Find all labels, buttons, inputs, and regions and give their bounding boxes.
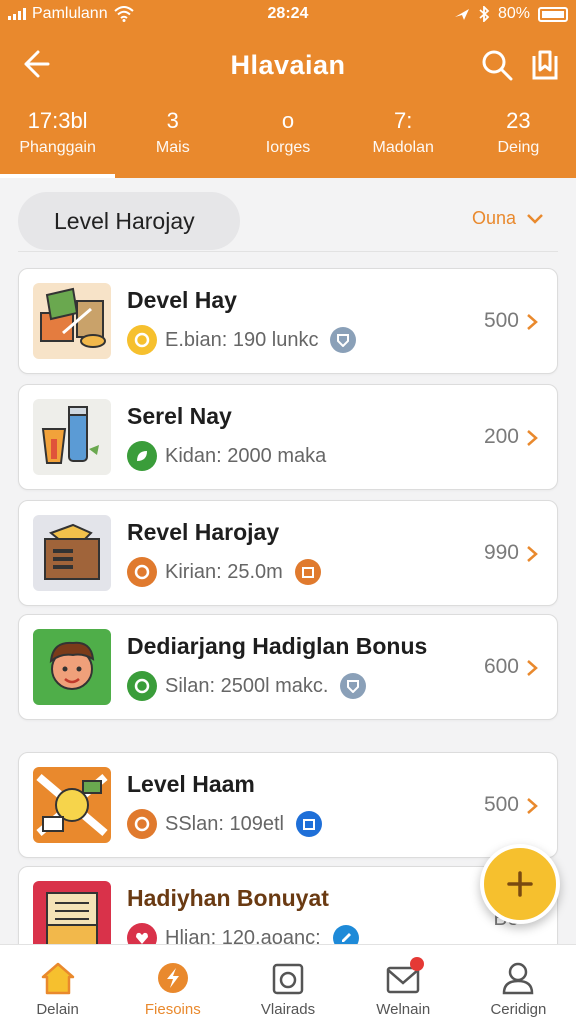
tab-label: Fiesoins (144, 1001, 201, 1018)
stat-value: 17:3bl (27, 108, 88, 133)
item-value: 600 (483, 655, 519, 678)
item-value: 500 (483, 793, 519, 816)
item-subtitle-row: SSlan: 109etl (127, 809, 322, 839)
list-item[interactable]: Serel Nay Kidan: 2000 maka 200 (18, 384, 558, 490)
item-title: Level Haam (127, 771, 255, 797)
item-subtitle-row: Kidan: 2000 maka (127, 441, 326, 471)
stat-label: Madolan (372, 139, 434, 156)
tab-profile[interactable]: Ceridign (461, 945, 576, 1024)
coin-icon (127, 809, 157, 839)
notification-dot (409, 957, 424, 971)
item-thumbnail (33, 399, 111, 475)
battery-icon (538, 6, 568, 22)
item-value: 990 (483, 541, 519, 564)
list-item[interactable]: Level Haam SSlan: 109etl 500 (18, 752, 558, 858)
tab-label: Vlairads (260, 1001, 316, 1018)
navigation-bar: Hlavaian (0, 38, 576, 94)
tab-rewards-list[interactable]: Vlairads (230, 945, 345, 1024)
plus-icon (507, 871, 533, 897)
chevron-right-icon (527, 430, 538, 446)
item-title: Devel Hay (127, 287, 237, 313)
item-value: 200 (483, 425, 519, 448)
tag-badge-icon (295, 811, 322, 837)
item-subtitle-row: E.bian: 190 lunkc (127, 325, 357, 355)
chevron-down-icon (527, 213, 543, 224)
item-thumbnail (33, 283, 111, 359)
stat-value: o (281, 108, 295, 133)
stat-value: 3 (166, 108, 179, 133)
user-icon (503, 962, 534, 995)
rewards-icon (157, 963, 188, 993)
sort-label: Ouna (471, 208, 516, 228)
item-subtitle: Kirian: 25.0m (165, 560, 283, 583)
sun-coupon-icon (36, 773, 108, 837)
item-thumbnail (33, 629, 111, 705)
app-header: Pamlulann 28:24 80% Hlavaian 17:3bl Phan… (0, 0, 576, 178)
filter-row: Level Harojay Ouna (18, 190, 558, 252)
item-subtitle: SSlan: 109etl (165, 812, 284, 835)
item-subtitle: Silan: 2500l makc. (165, 674, 329, 697)
shield-badge-icon (340, 673, 367, 699)
tab-home[interactable]: Delain (0, 945, 115, 1024)
list-item[interactable]: Devel Hay E.bian: 190 lunkc 500 (18, 268, 558, 374)
shield-badge-icon (330, 327, 357, 353)
avatar-icon (49, 641, 95, 690)
sort-dropdown[interactable]: Ouna (472, 208, 544, 229)
stat-tab-1[interactable]: 3 Mais (115, 106, 230, 178)
home-icon (41, 962, 74, 995)
search-icon[interactable] (480, 48, 514, 82)
stat-label: Deing (497, 139, 540, 156)
add-floating-button[interactable] (480, 844, 560, 924)
tab-messages[interactable]: Welnain (346, 945, 461, 1024)
treasure-chest-icon (44, 523, 100, 580)
item-title: Revel Harojay (127, 519, 280, 545)
item-thumbnail (33, 515, 111, 591)
coin-icon (127, 325, 157, 355)
item-subtitle-row: Silan: 2500l makc. (127, 671, 367, 701)
status-bar: Pamlulann 28:24 80% (0, 0, 576, 32)
stats-tabs: 17:3bl Phanggain 3 Mais o Iorges 7: Mado… (0, 106, 576, 178)
camera-icon (272, 963, 304, 995)
chevron-right-icon (527, 314, 538, 330)
list-item[interactable]: Revel Harojay Kirian: 25.0m 990 (18, 500, 558, 606)
coin-icon (127, 557, 157, 587)
chevron-right-icon (527, 798, 538, 814)
stat-value: 23 (506, 108, 531, 133)
tab-label: Ceridign (490, 1001, 547, 1018)
location-icon (454, 9, 469, 20)
leaf-coin-icon (127, 441, 157, 471)
coin-icon (127, 671, 157, 701)
item-subtitle: Kidan: 2000 maka (165, 444, 327, 467)
battery-percent: 80% (497, 5, 530, 22)
tab-label: Delain (36, 1001, 79, 1018)
bluetooth-icon (479, 6, 490, 22)
stat-tab-2[interactable]: o Iorges (230, 106, 345, 178)
item-thumbnail (33, 767, 111, 843)
list-item[interactable]: Dediarjang Hadiglan Bonus Silan: 2500l m… (18, 614, 558, 720)
item-title: Serel Nay (127, 403, 232, 429)
tab-label: Welnain (376, 1001, 431, 1018)
level-filter-pill[interactable]: Level Harojay (18, 192, 240, 250)
stat-label: Phanggain (19, 139, 96, 156)
item-subtitle: E.bian: 190 lunkc (165, 328, 319, 351)
stat-label: Iorges (265, 139, 311, 156)
tag-badge-icon (294, 559, 321, 585)
stat-label: Mais (155, 139, 190, 156)
bottom-navigation: Delain Fiesoins Vlairads Welnain Ceridig… (0, 944, 576, 1024)
bookmark-share-icon[interactable] (528, 48, 562, 82)
stat-tab-3[interactable]: 7: Madolan (346, 106, 461, 178)
item-title: Dediarjang Hadiglan Bonus (127, 633, 428, 659)
item-subtitle-row: Kirian: 25.0m (127, 557, 321, 587)
gift-box-icon (40, 287, 106, 348)
item-title: Hadiyhan Bonuyat (127, 885, 329, 911)
drinks-icon (41, 406, 99, 464)
stat-tab-4[interactable]: 23 Deing (461, 106, 576, 178)
item-value: 500 (483, 309, 519, 332)
stat-tab-0[interactable]: 17:3bl Phanggain (0, 106, 116, 178)
tab-rewards[interactable]: Fiesoins (115, 945, 230, 1024)
chevron-right-icon (527, 660, 538, 676)
stat-value: 7: (394, 108, 413, 133)
chevron-right-icon (527, 546, 538, 562)
